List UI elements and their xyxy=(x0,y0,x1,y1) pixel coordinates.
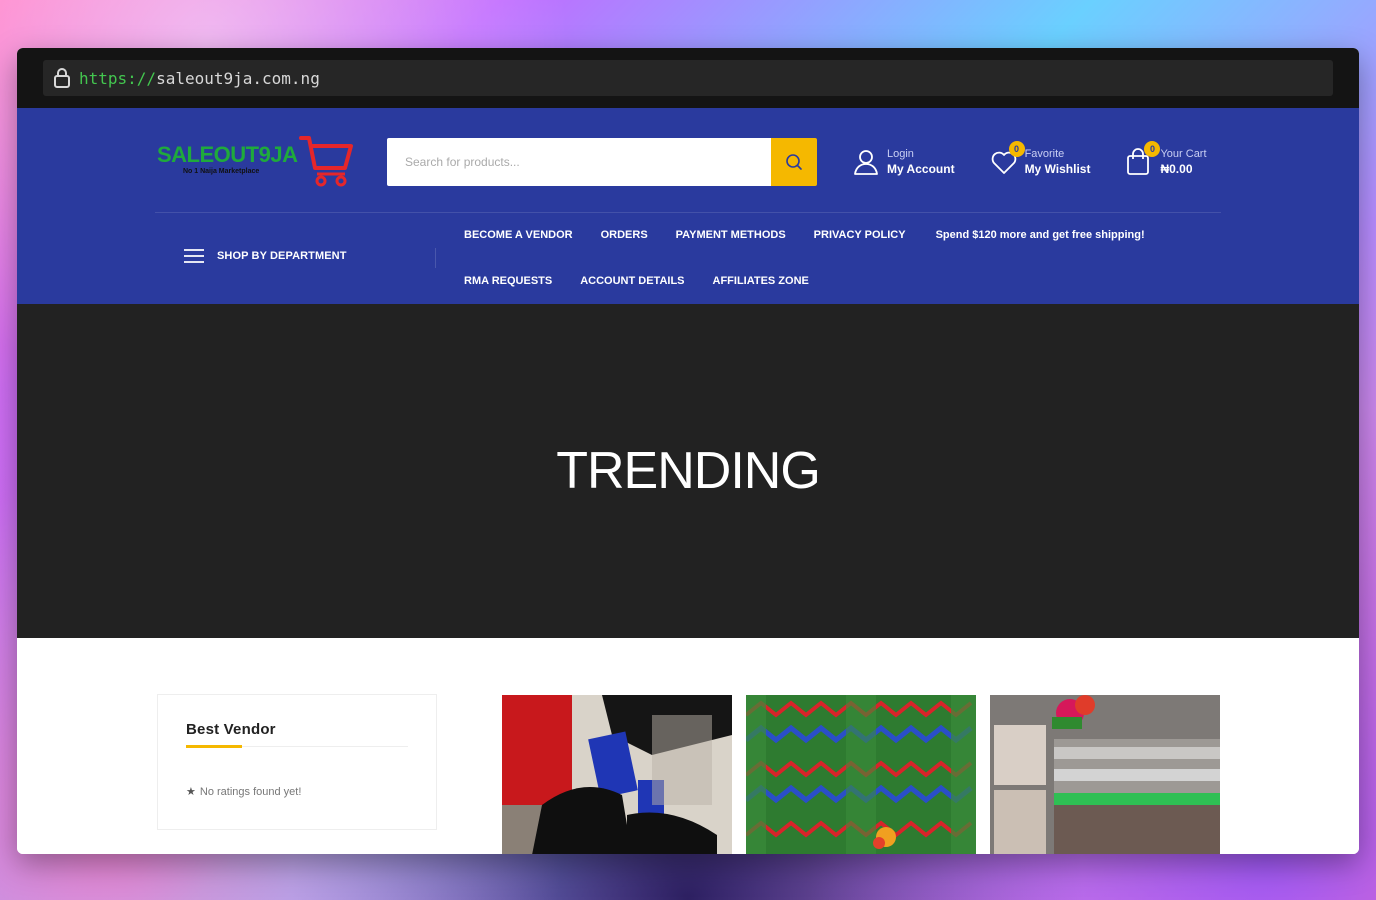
page-title: TRENDING xyxy=(556,442,821,500)
nav-orders[interactable]: ORDERS xyxy=(601,229,648,241)
wishlist-count-badge: 0 xyxy=(1008,141,1025,157)
url-host: saleout9ja.com.ng xyxy=(156,68,320,88)
department-separator xyxy=(435,248,436,268)
nav-payment-methods[interactable]: PAYMENT METHODS xyxy=(676,229,786,241)
search-button[interactable] xyxy=(771,138,817,186)
nav-affiliates-zone[interactable]: AFFILIATES ZONE xyxy=(713,275,809,287)
title-underline xyxy=(186,745,408,748)
best-vendor-widget: Best Vendor ★ No ratings found yet! xyxy=(157,694,437,830)
lock-icon xyxy=(54,68,70,88)
nav-account-details[interactable]: ACCOUNT DETAILS xyxy=(580,275,684,287)
boxers-photo xyxy=(990,695,1220,854)
best-vendor-title: Best Vendor xyxy=(186,721,276,738)
product-image-boxers[interactable] xyxy=(990,695,1220,854)
user-icon xyxy=(851,147,881,177)
nav-rma-requests[interactable]: RMA REQUESTS xyxy=(464,275,552,287)
wishlist-text: Favorite My Wishlist xyxy=(1025,147,1091,177)
hamburger-icon xyxy=(184,249,204,263)
main-nav: BECOME A VENDOR ORDERS PAYMENT METHODS P… xyxy=(464,224,1224,316)
product-image-dress[interactable] xyxy=(746,695,976,854)
socks-photo xyxy=(502,695,732,854)
header-top: SALEOUT9JA No 1 Naija Marketplace Search… xyxy=(155,132,1221,192)
heart-icon: 0 xyxy=(989,141,1025,177)
vendor-empty-state: ★ No ratings found yet! xyxy=(186,785,408,799)
nav-row-2: RMA REQUESTS ACCOUNT DETAILS AFFILIATES … xyxy=(464,270,1224,292)
browser-toolbar: https://saleout9ja.com.ng xyxy=(17,48,1359,108)
vendor-empty-text: No ratings found yet! xyxy=(199,785,302,798)
cart-total: ₦0.00 xyxy=(1160,162,1193,176)
account-link[interactable]: Login My Account xyxy=(851,147,955,177)
cart-text: Your Cart ₦0.00 xyxy=(1160,147,1206,177)
hero-banner: TRENDING xyxy=(17,304,1359,638)
wishlist-link[interactable]: 0 Favorite My Wishlist xyxy=(989,141,1091,177)
header-divider xyxy=(155,212,1221,213)
nav-row-1: BECOME A VENDOR ORDERS PAYMENT METHODS P… xyxy=(464,224,1224,246)
account-label: Login xyxy=(887,148,914,160)
account-text: Login My Account xyxy=(887,147,955,177)
shopping-bag-icon: 0 xyxy=(1124,141,1161,177)
wishlist-label: Favorite xyxy=(1024,148,1065,160)
product-image-socks[interactable] xyxy=(502,695,732,854)
search-input[interactable] xyxy=(387,138,771,186)
cart-count-badge: 0 xyxy=(1144,141,1161,157)
search-icon xyxy=(786,154,802,170)
logo-tagline: No 1 Naija Marketplace xyxy=(183,168,260,175)
department-label: SHOP BY DEPARTMENT xyxy=(217,250,347,262)
nav-become-vendor[interactable]: BECOME A VENDOR xyxy=(464,229,573,241)
browser-window: https://saleout9ja.com.ng SALEOUT9JA No … xyxy=(17,48,1359,854)
logo-wordmark: SALEOUT9JA xyxy=(157,142,298,167)
dress-photo xyxy=(746,695,976,854)
site-logo[interactable]: SALEOUT9JA No 1 Naija Marketplace xyxy=(155,132,355,192)
free-shipping-promo: Spend $120 more and get free shipping! xyxy=(935,229,1145,241)
url-scheme: https:// xyxy=(79,68,157,88)
search-bar xyxy=(387,138,817,186)
nav-privacy-policy[interactable]: PRIVACY POLICY xyxy=(814,229,906,241)
site-header: SALEOUT9JA No 1 Naija Marketplace Search… xyxy=(17,108,1359,304)
address-bar[interactable]: https://saleout9ja.com.ng xyxy=(43,60,1333,96)
cart-label: Your Cart xyxy=(1160,148,1207,160)
cart-link[interactable]: 0 Your Cart ₦0.00 xyxy=(1124,141,1207,177)
wishlist-title: My Wishlist xyxy=(1024,162,1091,176)
account-title: My Account xyxy=(887,162,955,176)
cart-logo-icon xyxy=(299,136,353,187)
shop-by-department-button[interactable]: SHOP BY DEPARTMENT xyxy=(183,248,347,264)
content-area: Best Vendor ★ No ratings found yet! xyxy=(17,638,1359,854)
star-icon: ★ xyxy=(186,786,196,798)
